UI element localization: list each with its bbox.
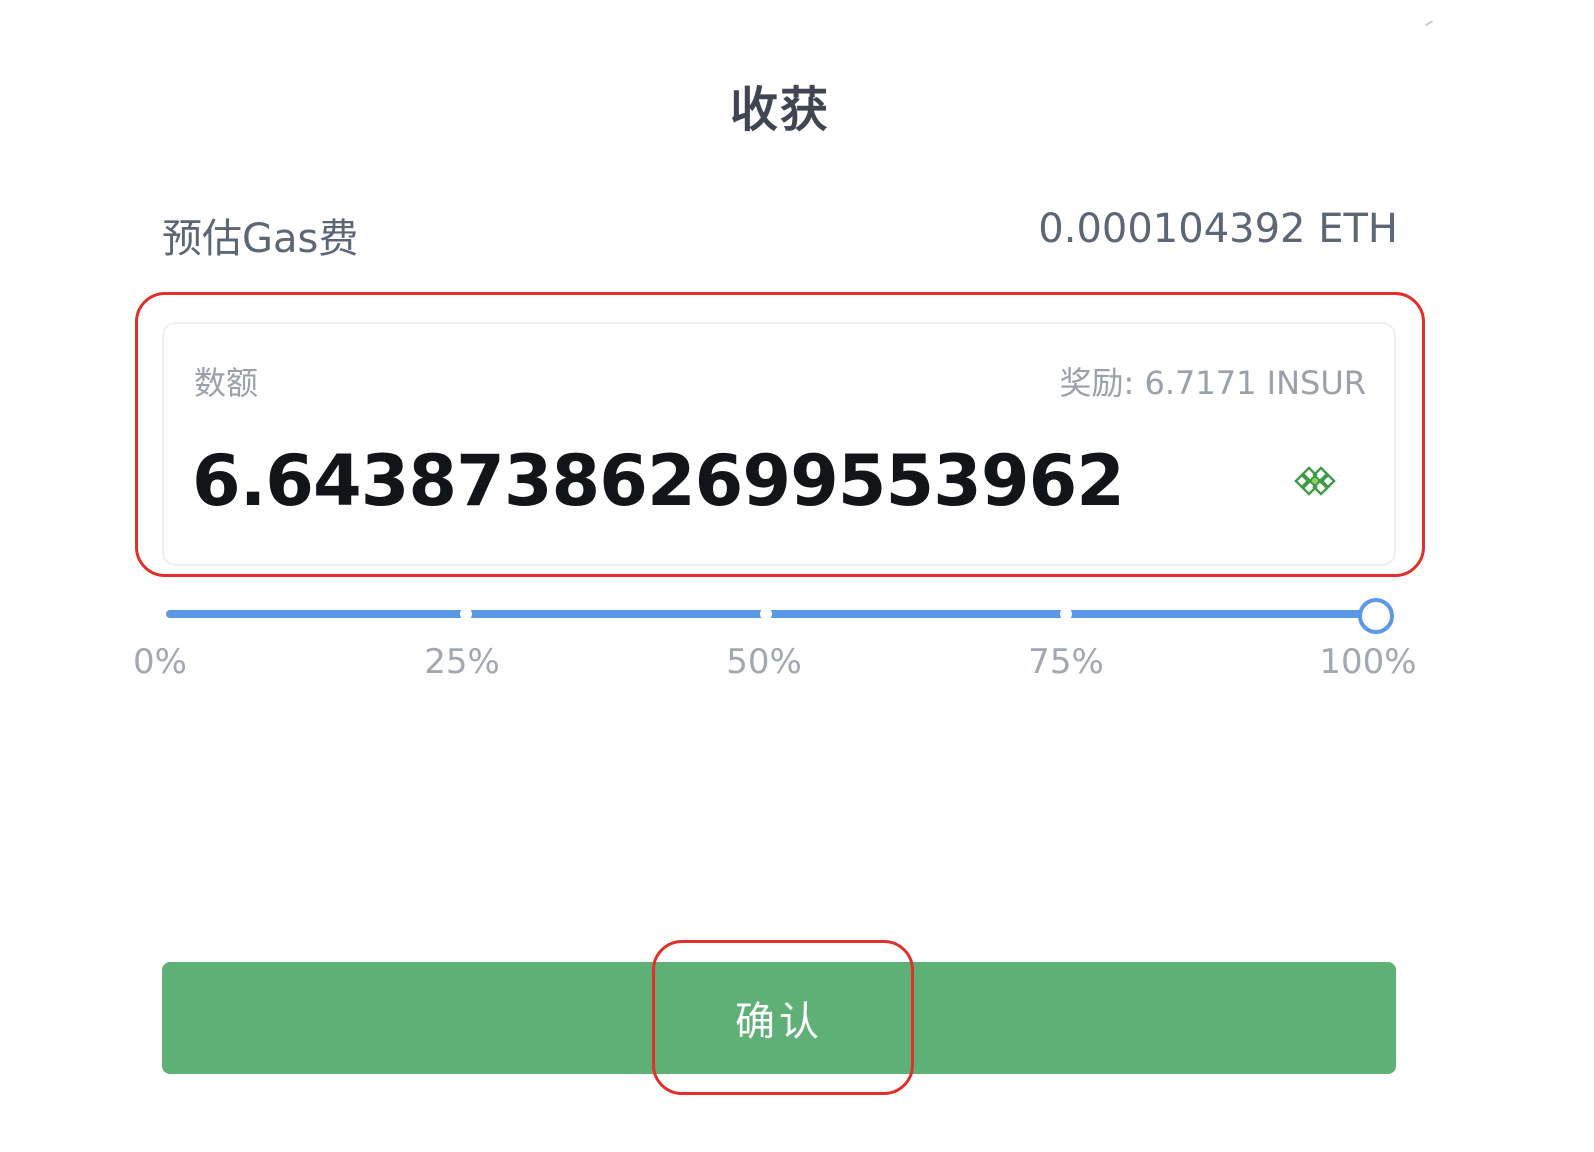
dialog-title: 收获 — [729, 82, 830, 138]
tick-label-75[interactable]: 75% — [1028, 642, 1104, 682]
tick-label-100[interactable]: 100% — [1319, 642, 1416, 682]
slider-mark-75[interactable] — [1060, 608, 1072, 620]
gas-fee-value: 0.000104392 ETH — [1038, 206, 1398, 252]
gas-fee-label: 预估Gas费 — [162, 216, 359, 262]
tick-label-0[interactable]: 0% — [133, 642, 187, 682]
slider-track[interactable] — [166, 610, 1386, 618]
tick-label-25[interactable]: 25% — [424, 642, 500, 682]
slider-mark-25[interactable] — [460, 608, 472, 620]
confirm-highlight-box — [652, 940, 914, 1095]
amount-highlight-box — [135, 292, 1425, 577]
corner-mark — [1425, 20, 1435, 30]
tick-label-50[interactable]: 50% — [726, 642, 802, 682]
slider-mark-50[interactable] — [760, 608, 772, 620]
percent-slider[interactable] — [162, 592, 1396, 634]
slider-handle[interactable] — [1358, 598, 1394, 634]
